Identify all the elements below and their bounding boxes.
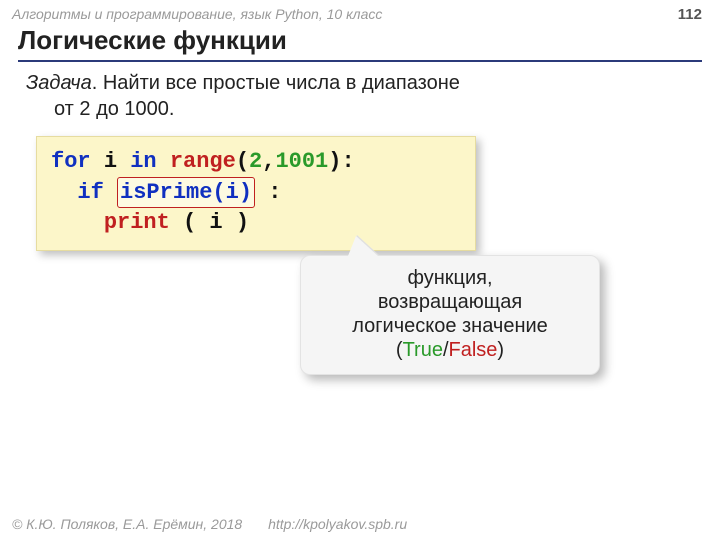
kw-in: in — [130, 149, 156, 174]
task-text: Задача. Найти все простые числа в диапаз… — [26, 70, 720, 122]
num-1001: 1001 — [275, 149, 328, 174]
sp — [104, 180, 117, 205]
fn-range: range — [170, 149, 236, 174]
value-false: False — [449, 339, 498, 361]
value-true: True — [403, 339, 443, 361]
punct-open: ( — [236, 149, 249, 174]
fn-isprime: isPrime(i) — [120, 180, 252, 205]
kw-if: if — [77, 180, 103, 205]
callout-tail — [348, 236, 378, 256]
isprime-highlight: isPrime(i) — [117, 177, 255, 209]
header: Алгоритмы и программирование, язык Pytho… — [0, 0, 720, 23]
num-2: 2 — [249, 149, 262, 174]
print-args: ( i ) — [170, 210, 249, 235]
task-label: Задача — [26, 72, 92, 94]
footer-copyright: © К.Ю. Поляков, Е.А. Ерёмин, 2018 — [12, 516, 242, 532]
page-number: 112 — [678, 6, 702, 23]
callout: функция, возвращающая логическое значени… — [300, 255, 600, 375]
kw-for: for — [51, 149, 91, 174]
callout-line1: функция, — [407, 267, 492, 289]
footer: © К.Ю. Поляков, Е.А. Ерёмин, 2018 http:/… — [12, 516, 407, 532]
title-rule — [18, 60, 702, 62]
callout-box: функция, возвращающая логическое значени… — [300, 255, 600, 375]
callout-line2: возвращающая — [378, 291, 522, 313]
var-i: i — [104, 149, 117, 174]
footer-url: http://kpolyakov.spb.ru — [268, 516, 407, 532]
code-block: for i in range(2,1001): if isPrime(i) : … — [36, 136, 476, 251]
task-line2: от 2 до 1000. — [54, 98, 174, 120]
fn-print: print — [104, 210, 170, 235]
page-title: Логические функции — [18, 25, 720, 56]
indent2 — [51, 180, 77, 205]
punct-colon: : — [255, 180, 281, 205]
callout-line3: логическое значение — [352, 315, 548, 337]
punct-comma: , — [262, 149, 275, 174]
indent3 — [51, 210, 104, 235]
task-line1: . Найти все простые числа в диапазоне — [92, 72, 460, 94]
course-label: Алгоритмы и программирование, язык Pytho… — [12, 6, 382, 22]
punct-close1: ): — [328, 149, 354, 174]
